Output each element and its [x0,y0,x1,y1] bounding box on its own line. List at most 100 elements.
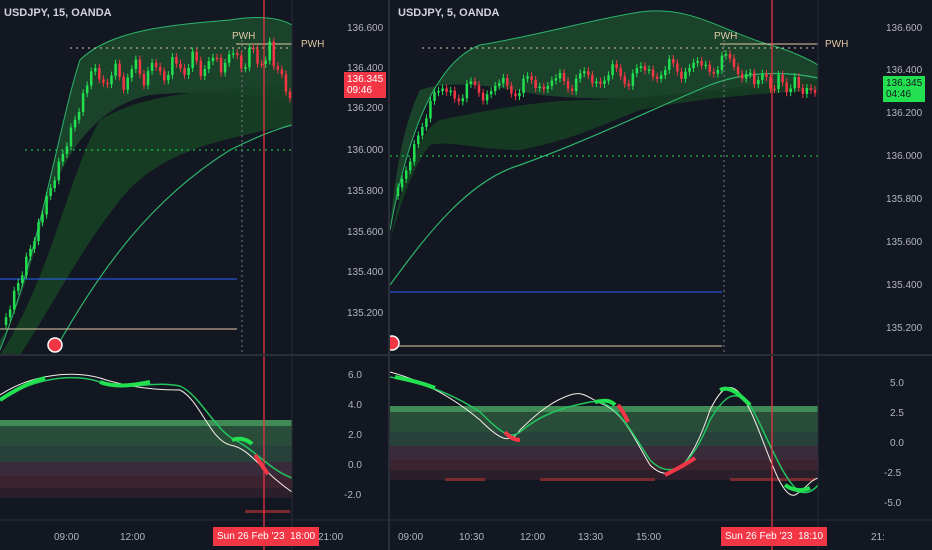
candle-body [260,63,263,66]
price-chart-15m[interactable] [0,0,388,550]
price-tick: 135.400 [347,267,384,278]
candle-body [805,88,809,94]
time-tick: 09:00 [398,532,424,543]
candle-body [408,161,412,171]
pwh-label: PWH [232,31,256,42]
price-chart-5m[interactable] [390,0,932,550]
candle-body [215,57,219,60]
candle-body [268,41,271,61]
candle-body [700,61,703,66]
candle-body [138,59,142,75]
candle-body [171,57,174,75]
time-tick: 21:00 [318,532,344,543]
current-price: 136.345 [347,74,384,85]
candle-body [288,91,292,99]
crosshair-time: 18:00 [290,531,316,542]
crosshair-date-badge: Sun 26 Feb '23 18:00 [213,527,320,546]
candle-body [252,47,255,50]
candle-body [175,57,178,64]
candle-body [740,73,744,79]
candle-body [728,54,732,59]
price-tick: 136.200 [347,103,384,114]
candle-body [627,83,631,86]
candle-body [477,84,481,93]
price-tick: 135.200 [886,323,923,334]
candle-body [696,61,699,63]
crosshair-time: 18:10 [798,531,824,542]
candle-body [530,76,533,80]
current-price: 136.345 [886,78,923,89]
candle-body [538,86,541,89]
candle-body [643,66,647,71]
price-tick: 136.400 [886,65,923,76]
candle-body [465,83,469,99]
candle-body [680,71,683,79]
candle-body [659,75,663,79]
bar-countdown: 04:46 [886,89,912,100]
symbol-label[interactable]: USDJPY, 15, OANDA [4,7,112,19]
crosshair-date-badge: Sun 26 Feb '23 18:10 [721,527,828,546]
price-tick: 136.000 [886,151,923,162]
candle-body [510,85,513,94]
candle-body [485,94,489,101]
candle-body [502,77,505,84]
candle-body [562,73,566,82]
price-tick: 135.400 [886,280,923,291]
candle-body [773,88,776,91]
candle-body [647,69,651,71]
candle-body [163,71,166,81]
candle-body [736,66,740,74]
candle-body [534,79,537,89]
indicator-tick: -5.0 [884,498,902,509]
candle-body [542,86,546,90]
price-tick: 135.600 [886,237,923,248]
candle-body [457,98,461,102]
chart-pane-5m[interactable]: USDJPY, 5, OANDA PWH PWH 136.600 136.400… [390,0,932,550]
current-price-badge: 136.345 04:46 [883,76,926,102]
candle-body [522,78,525,94]
candle-body [489,91,493,95]
candle-body [421,126,424,136]
time-tick: 13:30 [578,532,604,543]
candle-body [797,77,801,88]
candle-body [748,72,752,75]
candle-body [429,100,432,119]
candle-body [191,51,194,68]
chart-pane-15m[interactable]: USDJPY, 15, OANDA PWH PWH 136.600 136.40… [0,0,390,550]
candle-body [94,68,97,72]
candle-body [118,63,121,77]
symbol-label[interactable]: USDJPY, 5, OANDA [398,7,499,19]
crosshair-date: Sun 26 Feb '23 [217,531,285,542]
candle-body [651,69,655,77]
pwh-label: PWH [714,31,738,42]
candle-body [37,222,40,242]
candle-body [248,47,251,68]
candle-body [158,66,162,72]
candle-body [65,146,69,154]
candle-body [396,187,400,196]
candle-body [793,77,797,89]
candle-body [61,153,65,162]
candle-body [708,64,711,72]
candle-body [256,49,259,64]
candle-body [761,73,764,80]
candle-body [570,88,574,92]
candle-body [179,63,182,69]
candle-body [558,73,562,79]
candle-body [126,77,129,90]
candle-body [276,66,280,70]
indicator-tick: 2.5 [890,408,904,419]
candle-body [445,88,448,92]
candle-body [716,69,720,74]
candle-body [591,75,594,84]
candle-body [425,118,428,127]
candle-body [753,72,756,85]
candle-body [765,73,768,78]
candle-body [578,73,582,79]
crosshair-date: Sun 26 Feb '23 [725,531,793,542]
candle-body [550,80,554,86]
candle-body [801,87,805,94]
candle-body [41,214,44,223]
candle-body [203,69,207,77]
candle-body [69,127,73,147]
